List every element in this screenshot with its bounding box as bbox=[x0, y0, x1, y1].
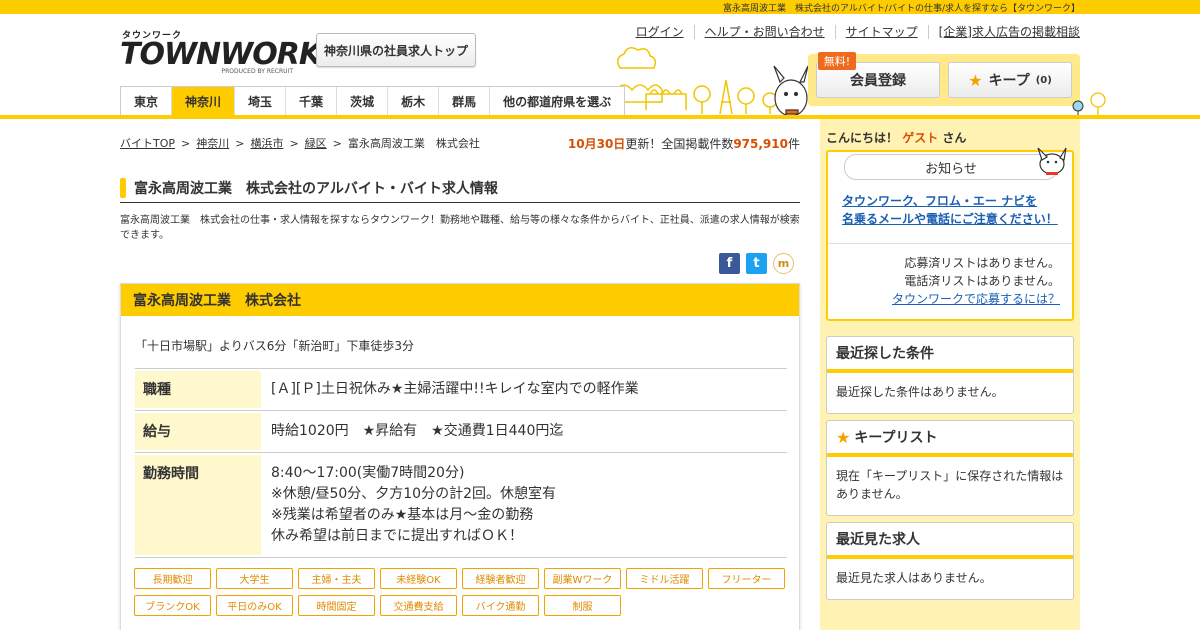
star-icon: ★ bbox=[836, 427, 851, 447]
recent-search-body: 最近探した条件はありません。 bbox=[836, 385, 1004, 399]
heading-bar bbox=[120, 177, 126, 198]
breadcrumb-baito-top[interactable]: バイトTOP bbox=[120, 137, 175, 150]
keep-list-title: キープリスト bbox=[854, 430, 938, 446]
work-hours-value: 8:40～17:00(実働7時間20分) ※休憩/昼50分、夕方10分の計2回。… bbox=[271, 465, 556, 544]
job-type-value: [Ａ][Ｐ]土日祝休み★主婦活躍中!!キレイな室内での軽作業 bbox=[271, 381, 639, 397]
feature-tag: 主婦・主夫 bbox=[298, 568, 375, 589]
nav-ibaraki[interactable]: 茨城 bbox=[336, 87, 387, 116]
breadcrumb-midori[interactable]: 緑区 bbox=[305, 137, 327, 150]
pref-top-button[interactable]: 神奈川県の社員求人トップ bbox=[316, 33, 476, 67]
twitter-icon[interactable]: t bbox=[746, 253, 767, 274]
update-date: 10月30日 bbox=[567, 137, 626, 151]
star-icon: ★ bbox=[968, 70, 983, 90]
feature-tag: 長期歓迎 bbox=[134, 568, 211, 589]
nav-saitama[interactable]: 埼玉 bbox=[234, 87, 285, 116]
applied-list-status: 応募済リストはありません。 bbox=[904, 256, 1060, 270]
keep-button[interactable]: ★ キープ (0) bbox=[948, 62, 1072, 98]
feature-tag: ブランクOK bbox=[134, 595, 211, 616]
header-links: ログイン ヘルプ・お問い合わせ サイトマップ [企業]求人広告の掲載相談 bbox=[626, 25, 1080, 39]
job-type-label: 職種 bbox=[135, 371, 261, 408]
guest-name: ゲスト bbox=[902, 131, 939, 145]
help-link[interactable]: ヘルプ・お問い合わせ bbox=[693, 25, 835, 39]
sitemap-link[interactable]: サイトマップ bbox=[834, 25, 928, 39]
page-description: 富永高周波工業 株式会社の仕事・求人情報を探すならタウンワーク！勤務地や職種、給… bbox=[120, 215, 800, 241]
job-info-table: 職種 [Ａ][Ｐ]土日祝休み★主婦活躍中!!キレイな室内での軽作業 給与 時給1… bbox=[135, 368, 787, 558]
feature-tag: 制服 bbox=[544, 595, 621, 616]
salary-value: 時給1020円 ★昇給有 ★交通費1日440円迄 bbox=[271, 423, 564, 439]
flower-icon bbox=[1072, 92, 1106, 116]
page-title: 富永高周波工業 株式会社のアルバイト・バイト求人情報 bbox=[134, 180, 498, 197]
breadcrumb-kanagawa[interactable]: 神奈川 bbox=[196, 137, 229, 150]
feature-tag: 平日のみOK bbox=[216, 595, 293, 616]
page-heading: 富永高周波工業 株式会社のアルバイト・バイト求人情報 bbox=[120, 173, 800, 203]
townwork-logo[interactable]: タウンワーク TOWNWORK PRODUCED BY RECRUIT bbox=[120, 28, 322, 76]
dog-mascot-icon bbox=[1037, 147, 1067, 175]
logo-word: TOWNWORK bbox=[120, 37, 322, 72]
facebook-icon[interactable]: f bbox=[719, 253, 740, 274]
feature-tag: 交通費支給 bbox=[380, 595, 457, 616]
update-info: 10月30日更新！全国掲載件数975,910件 bbox=[568, 135, 800, 152]
nav-tokyo[interactable]: 東京 bbox=[121, 87, 171, 116]
logo-produced: PRODUCED BY RECRUIT bbox=[221, 68, 293, 75]
access-info: 「十日市場駅」よりバス6分「新治町」下車徒歩3分 bbox=[135, 339, 415, 353]
work-hours-label: 勤務時間 bbox=[135, 455, 261, 555]
keep-count: (0) bbox=[1035, 74, 1052, 86]
notice-title: お知らせ bbox=[844, 154, 1058, 180]
nav-kanagawa[interactable]: 神奈川 bbox=[171, 87, 235, 116]
nav-tochigi[interactable]: 栃木 bbox=[387, 87, 438, 116]
how-to-apply-link[interactable]: タウンワークで応募するには？ bbox=[892, 292, 1060, 306]
greeting: こんにちは！ ゲスト さん bbox=[826, 131, 967, 145]
recent-search-box: 最近探した条件 最近探した条件はありません。 bbox=[826, 336, 1074, 414]
feature-tag: 未経験OK bbox=[380, 568, 457, 589]
feature-tag: 大学生 bbox=[216, 568, 293, 589]
keep-list-body: 現在「キープリスト」に保存された情報はありません。 bbox=[836, 469, 1064, 501]
called-list-status: 電話済リストはありません。 bbox=[904, 274, 1060, 288]
salary-label: 給与 bbox=[135, 413, 261, 450]
nav-gunma[interactable]: 群馬 bbox=[438, 87, 489, 116]
social-share: f t m bbox=[719, 253, 794, 274]
company-name[interactable]: 富永高周波工業 株式会社 bbox=[133, 290, 301, 310]
nav-chiba[interactable]: 千葉 bbox=[285, 87, 336, 116]
recent-view-title: 最近見た求人 bbox=[827, 523, 1073, 559]
recent-search-title: 最近探した条件 bbox=[827, 337, 1073, 373]
count-unit: 件 bbox=[787, 137, 800, 151]
login-link[interactable]: ログイン bbox=[626, 25, 694, 39]
notice-warning-link-1[interactable]: タウンワーク、フロム・エー ナビを bbox=[842, 192, 1072, 210]
feature-tag: フリーター bbox=[708, 568, 785, 589]
feature-tag: 時間固定 bbox=[298, 595, 375, 616]
mixi-icon[interactable]: m bbox=[773, 253, 794, 274]
free-badge: 無料! bbox=[818, 52, 856, 70]
job-card-header[interactable]: 富永高周波工業 株式会社 bbox=[121, 284, 799, 316]
feature-tags: 長期歓迎 大学生 主婦・主夫 未経験OK 経験者歓迎 副業Wワーク ミドル活躍 … bbox=[134, 568, 794, 616]
breadcrumb: バイトTOP > 神奈川 > 横浜市 > 緑区 > 富永高周波工業 株式会社 bbox=[120, 137, 480, 150]
total-count: 975,910 bbox=[733, 137, 788, 151]
notice-status: 応募済リストはありません。 電話済リストはありません。 タウンワークで応募するに… bbox=[892, 254, 1060, 308]
keep-list-box: ★ キープリスト 現在「キープリスト」に保存された情報はありません。 bbox=[826, 420, 1074, 516]
nav-other-prefectures[interactable]: 他の都道府県を選ぶ bbox=[489, 87, 624, 116]
notice-warning-link-2[interactable]: 名乗るメールや電話にご注意ください！ bbox=[842, 210, 1072, 228]
advertise-link[interactable]: [企業]求人広告の掲載相談 bbox=[927, 25, 1080, 39]
recent-view-body: 最近見た求人はありません。 bbox=[836, 571, 992, 585]
keep-list-header: ★ キープリスト bbox=[827, 421, 1073, 457]
feature-tag: ミドル活躍 bbox=[626, 568, 703, 589]
mascot-dog bbox=[773, 65, 809, 117]
notice-box: お知らせ タウンワーク、フロム・エー ナビを 名乗るメールや電話にご注意ください… bbox=[826, 147, 1074, 321]
update-label: 更新！全国掲載件数 bbox=[625, 137, 734, 151]
breadcrumb-current: 富永高周波工業 株式会社 bbox=[347, 137, 480, 150]
row-job-type: 職種 [Ａ][Ｐ]土日祝休み★主婦活躍中!!キレイな室内での軽作業 bbox=[135, 369, 787, 411]
row-work-hours: 勤務時間 8:40～17:00(実働7時間20分) ※休憩/昼50分、夕方10分… bbox=[135, 453, 787, 558]
feature-tag: バイク通勤 bbox=[462, 595, 539, 616]
keep-label: キープ bbox=[988, 73, 1030, 89]
breadcrumb-yokohama[interactable]: 横浜市 bbox=[250, 137, 283, 150]
top-strip: 富永高周波工業 株式会社のアルバイト/バイトの仕事/求人を探すなら【タウンワーク… bbox=[0, 0, 1200, 14]
page-title-bar: 富永高周波工業 株式会社のアルバイト/バイトの仕事/求人を探すなら【タウンワーク… bbox=[723, 4, 1080, 14]
feature-tag: 副業Wワーク bbox=[544, 568, 621, 589]
notice-warning: タウンワーク、フロム・エー ナビを 名乗るメールや電話にご注意ください！ bbox=[828, 180, 1072, 244]
prefecture-nav: 東京 神奈川 埼玉 千葉 茨城 栃木 群馬 他の都道府県を選ぶ bbox=[120, 86, 626, 116]
row-salary: 給与 時給1020円 ★昇給有 ★交通費1日440円迄 bbox=[135, 411, 787, 453]
job-card: 富永高周波工業 株式会社 「十日市場駅」よりバス6分「新治町」下車徒歩3分 職種… bbox=[120, 283, 800, 630]
recent-view-box: 最近見た求人 最近見た求人はありません。 bbox=[826, 522, 1074, 600]
feature-tag: 経験者歓迎 bbox=[462, 568, 539, 589]
